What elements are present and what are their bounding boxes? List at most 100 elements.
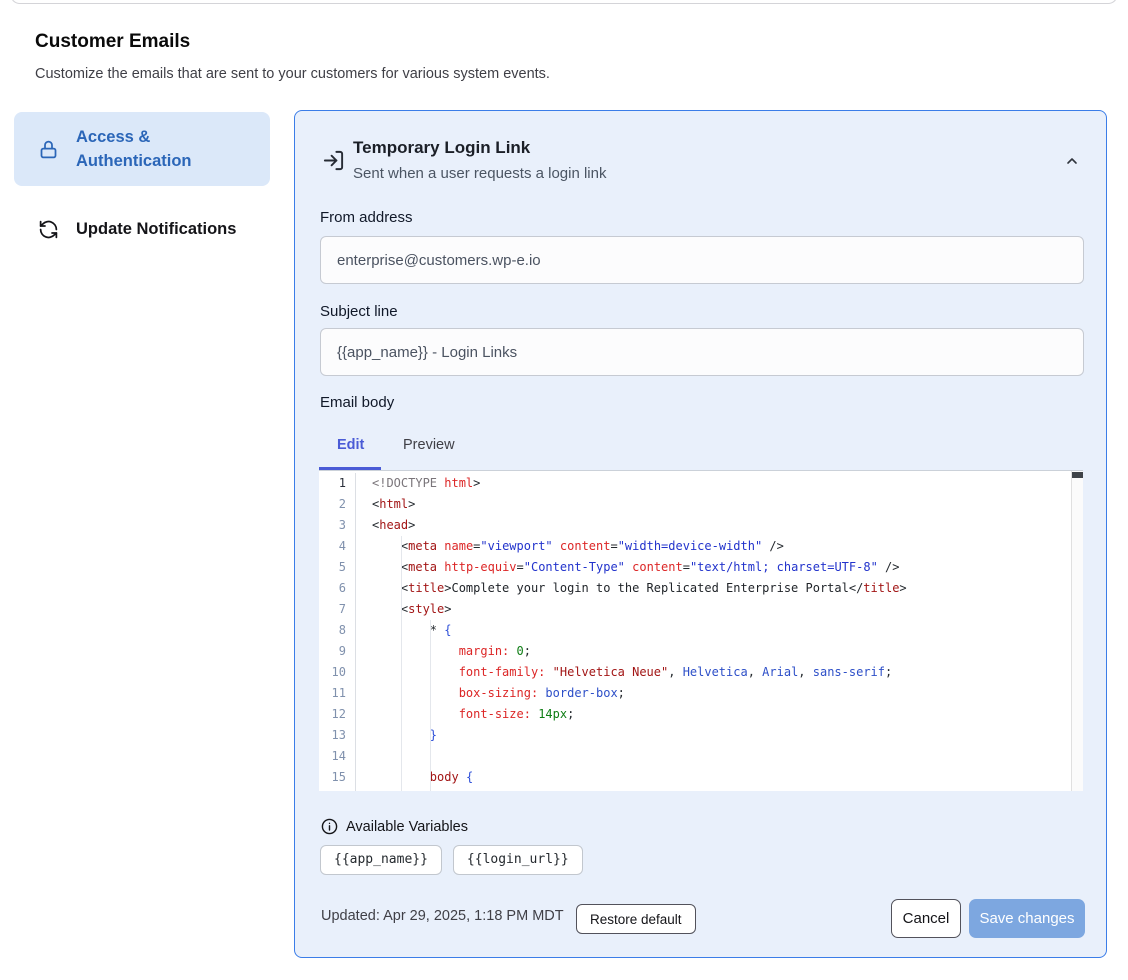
code-line: 1<!DOCTYPE html> <box>319 473 1083 494</box>
code-line: 8 * { <box>319 620 1083 641</box>
sidebar-item-update-notifications[interactable]: Update Notifications <box>14 205 270 253</box>
code-line: 4 <meta name="viewport" content="width=d… <box>319 536 1083 557</box>
code-line-content: <meta http-equiv="Content-Type" content=… <box>356 557 1083 578</box>
code-line: 3<head> <box>319 515 1083 536</box>
code-line: 14 <box>319 746 1083 767</box>
tab-preview[interactable]: Preview <box>403 437 455 453</box>
line-number: 15 <box>319 767 356 788</box>
indent-guide <box>430 725 431 746</box>
cancel-button[interactable]: Cancel <box>891 899 961 938</box>
available-variables-label: Available Variables <box>346 819 468 835</box>
login-icon <box>322 149 345 177</box>
indent-guide <box>401 683 402 704</box>
line-number: 10 <box>319 662 356 683</box>
indent-guide <box>401 788 402 791</box>
from-address-label: From address <box>320 209 413 226</box>
indent-guide <box>401 704 402 725</box>
refresh-icon <box>37 218 59 240</box>
sidebar-item-access-authentication[interactable]: Access & Authentication <box>14 112 270 186</box>
editor-scrollbar[interactable] <box>1071 471 1083 791</box>
tab-edit[interactable]: Edit <box>337 437 364 453</box>
line-number: 6 <box>319 578 356 599</box>
code-line-content: <title>Complete your login to the Replic… <box>356 578 1083 599</box>
restore-default-button[interactable]: Restore default <box>576 904 696 934</box>
line-number: 2 <box>319 494 356 515</box>
line-number: 16 <box>319 788 356 791</box>
indent-guide <box>401 536 402 557</box>
indent-guide <box>401 620 402 641</box>
page-description: Customize the emails that are sent to yo… <box>35 66 550 82</box>
code-lines: 1<!DOCTYPE html>2<html>3<head>4 <meta na… <box>319 471 1083 791</box>
save-changes-button[interactable]: Save changes <box>969 899 1085 938</box>
subject-line-label: Subject line <box>320 303 398 320</box>
from-address-input[interactable] <box>320 236 1084 284</box>
code-line: 7 <style> <box>319 599 1083 620</box>
info-icon <box>321 818 338 835</box>
code-line-content: margin: 0; <box>356 641 1083 662</box>
lock-icon <box>37 138 59 160</box>
line-number: 8 <box>319 620 356 641</box>
indent-guide <box>401 599 402 620</box>
line-number: 14 <box>319 746 356 767</box>
code-line-content: box-sizing: border-box; <box>356 683 1083 704</box>
previous-card-edge <box>10 0 1118 4</box>
code-line: 11 box-sizing: border-box; <box>319 683 1083 704</box>
indent-guide <box>430 746 431 767</box>
indent-guide <box>430 662 431 683</box>
code-line: 2<html> <box>319 494 1083 515</box>
variable-chips: {{app_name}} {{login_url}} <box>320 845 583 875</box>
line-number: 5 <box>319 557 356 578</box>
variable-chip[interactable]: {{login_url}} <box>453 845 583 875</box>
code-line-content: } <box>356 725 1083 746</box>
code-line-content: font-size: 14px; <box>356 704 1083 725</box>
indent-guide <box>401 662 402 683</box>
code-line: 12 font-size: 14px; <box>319 704 1083 725</box>
code-line: 10 font-family: "Helvetica Neue", Helvet… <box>319 662 1083 683</box>
code-line: 15 body { <box>319 767 1083 788</box>
code-line-content: <html> <box>356 494 1083 515</box>
sidebar-item-label: Update Notifications <box>76 217 236 241</box>
code-line-content: <head> <box>356 515 1083 536</box>
code-line-content: background-color: #f9f9f9; <box>356 788 1083 791</box>
indent-guide <box>430 641 431 662</box>
code-line: 9 margin: 0; <box>319 641 1083 662</box>
code-line-content: <!DOCTYPE html> <box>356 473 1083 494</box>
line-number: 11 <box>319 683 356 704</box>
code-line-content: font-family: "Helvetica Neue", Helvetica… <box>356 662 1083 683</box>
indent-guide <box>430 704 431 725</box>
indent-guide <box>430 788 431 791</box>
indent-guide <box>401 767 402 788</box>
subject-line-input[interactable] <box>320 328 1084 376</box>
code-line-content: * { <box>356 620 1083 641</box>
line-number: 9 <box>319 641 356 662</box>
line-number: 12 <box>319 704 356 725</box>
code-editor[interactable]: 1<!DOCTYPE html>2<html>3<head>4 <meta na… <box>319 470 1083 791</box>
indent-guide <box>430 767 431 788</box>
line-number: 4 <box>319 536 356 557</box>
indent-guide <box>430 620 431 641</box>
code-line: 6 <title>Complete your login to the Repl… <box>319 578 1083 599</box>
editor-scrollbar-thumb[interactable] <box>1072 472 1083 478</box>
email-body-label: Email body <box>320 394 394 411</box>
code-line-content: <meta name="viewport" content="width=dev… <box>356 536 1083 557</box>
code-line: 16 background-color: #f9f9f9; <box>319 788 1083 791</box>
chevron-up-icon[interactable] <box>1064 153 1080 174</box>
code-line: 5 <meta http-equiv="Content-Type" conten… <box>319 557 1083 578</box>
variable-chip[interactable]: {{app_name}} <box>320 845 442 875</box>
line-number: 1 <box>319 473 356 494</box>
page-title: Customer Emails <box>35 31 190 53</box>
line-number: 7 <box>319 599 356 620</box>
email-template-panel: Temporary Login Link Sent when a user re… <box>294 110 1107 958</box>
indent-guide <box>401 557 402 578</box>
indent-guide <box>401 578 402 599</box>
indent-guide <box>401 641 402 662</box>
updated-timestamp: Updated: Apr 29, 2025, 1:18 PM MDT <box>321 908 564 924</box>
code-line-content: body { <box>356 767 1083 788</box>
code-line-content: <style> <box>356 599 1083 620</box>
line-number: 3 <box>319 515 356 536</box>
panel-title: Temporary Login Link <box>353 138 530 158</box>
indent-guide <box>430 683 431 704</box>
panel-subtitle: Sent when a user requests a login link <box>353 165 606 182</box>
indent-guide <box>401 725 402 746</box>
available-variables-row: Available Variables <box>321 818 468 835</box>
